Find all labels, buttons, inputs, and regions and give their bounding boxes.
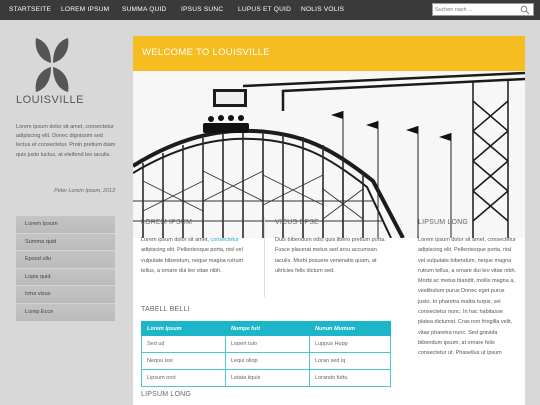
table-header-cell: Lorem Ipsum — [141, 321, 226, 336]
table-header-row: Lorem Ipsum Numpe futt Nunun Mumum — [141, 321, 391, 336]
search-input[interactable] — [435, 4, 515, 15]
table-cell: Lorando futtu — [309, 369, 391, 387]
bottom-heading: LIPSUM LONG — [141, 391, 192, 398]
table-header-cell: Nunun Mumum — [309, 321, 391, 336]
logo-text[interactable]: LOUISVILLE — [16, 94, 116, 106]
col1-text-before: Lorem ipsum dolor sit amet, — [141, 237, 211, 243]
table-cell: Lequi ollop — [225, 352, 310, 370]
table-cell: Lipsum orot — [141, 369, 226, 387]
search-box — [432, 3, 534, 16]
search-icon[interactable] — [520, 5, 530, 15]
table-row: Nequu issi Lequi ollop Loran sed iq — [141, 352, 391, 370]
nav-item-startseite[interactable]: STARTSEITE — [9, 0, 51, 20]
col1-text: Lorem ipsum dolor sit amet, consectetur … — [141, 235, 257, 276]
top-nav-bar: STARTSEITE LOREM IPSUM SUMMA QUID IPSUS … — [0, 0, 540, 20]
nav-item-lorem-ipsum[interactable]: LOREM IPSUM — [61, 0, 109, 20]
nav-item-summa-quid[interactable]: SUMMA QUID — [122, 0, 167, 20]
table-cell: Letata iiquis — [225, 369, 310, 387]
col1-link[interactable]: consectetur — [210, 237, 238, 243]
table-header-cell: Numpe futt — [225, 321, 310, 336]
table-row: Lipsum orot Letata iiquis Lorando futtu — [141, 369, 391, 387]
sidebar-item-epsod-ullu[interactable]: Epsod ullu — [16, 251, 115, 269]
sidebar-item-lorem-ipsum[interactable]: Lorem Ipsum — [16, 216, 115, 234]
sidebar-item-summa-quid[interactable]: Summa quid — [16, 233, 115, 252]
table-row: Sed ud Lopert tuio Luppus Hupp — [141, 335, 391, 353]
col1-text-after: adipiscing elit. Pellentesque porta, nis… — [141, 247, 244, 274]
rollercoaster-hero-image — [133, 71, 525, 238]
col3-heading: LIPSUM LONG — [418, 219, 469, 226]
col1-heading: LOREM IPSUM — [141, 219, 193, 226]
nav-item-ipsus-sunc[interactable]: IPSUS SUNC — [181, 0, 223, 20]
column-divider — [264, 217, 265, 297]
sidebar-menu: Lorem Ipsum Summa quid Epsod ullu Lopis … — [16, 216, 115, 322]
data-table: Lorem Ipsum Numpe futt Nunun Mumum Sed u… — [141, 321, 391, 387]
nav-item-nolis-volis[interactable]: NOLIS VOLIS — [301, 0, 344, 20]
table-cell: Lopert tuio — [225, 335, 310, 353]
nav-item-lupus-et-quid[interactable]: LUPUS ET QUID — [238, 0, 291, 20]
table-heading: TABELL BELLI — [141, 306, 190, 313]
sidebar-item-irma-visus[interactable]: Irma visus — [16, 286, 115, 304]
banner-title: WELCOME TO LOUISVILLE — [142, 47, 270, 58]
sidebar-intro-text: Lorem ipsum dolor sit amet, consectetur … — [16, 124, 116, 158]
col3-text: Lorem ipsum dolor sit amet, consectetur … — [418, 237, 517, 357]
sidebar-item-lopis-quid[interactable]: Lopis quid — [16, 268, 115, 287]
louisville-logo-icon[interactable] — [34, 36, 70, 96]
table-cell: Luppus Hupp — [309, 335, 391, 353]
table-cell: Loran sed iq — [309, 352, 391, 370]
quote-author: Peter Lorem Ipsum, 2013 — [54, 188, 115, 194]
table-cell: Nequu issi — [141, 352, 226, 370]
col2-heading: VICUS EPSE — [275, 219, 320, 226]
sidebar-item-lorep-ecce[interactable]: Lorep Ecce — [16, 303, 115, 322]
table-cell: Sed ud — [141, 335, 226, 353]
col2-text: Duis bibendum odio quis libero pretium p… — [275, 237, 386, 274]
welcome-banner: WELCOME TO LOUISVILLE — [133, 36, 525, 71]
